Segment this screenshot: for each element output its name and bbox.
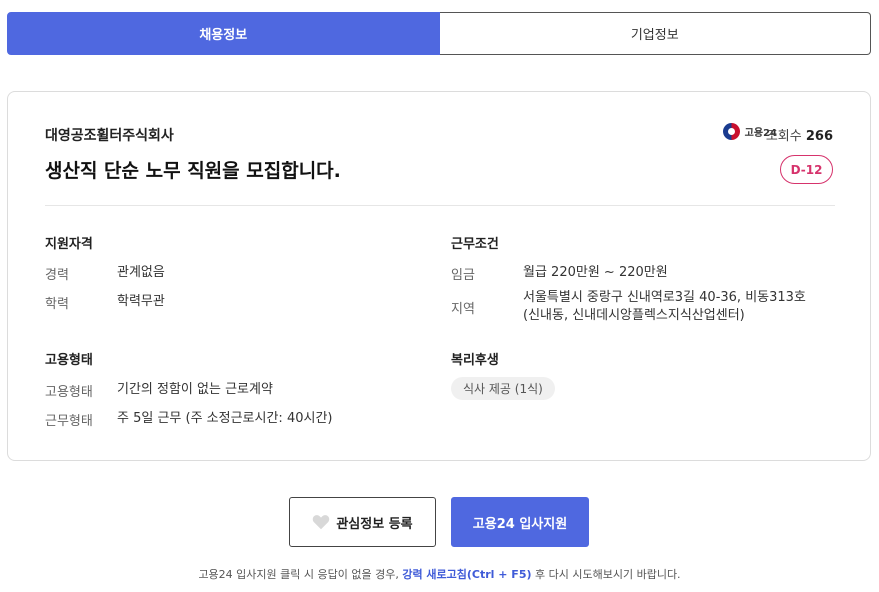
apply-button[interactable]: 고용24 입사지원 [451, 497, 589, 547]
career-value: 관계없음 [117, 265, 165, 280]
education-label: 학력 [45, 297, 69, 312]
qualifications-heading: 지원자격 [45, 237, 93, 252]
add-favorite-button[interactable]: 관심정보 등록 [289, 497, 436, 547]
notice-text-before: 고용24 입사지원 클릭 시 응답이 없을 경우, [198, 568, 403, 581]
work-hours-value: 주 5일 근무 (주 소정근로시간: 40시간) [117, 411, 333, 426]
location-value: 서울특별시 중랑구 신내역로3길 40-36, 비동313호 (신내동, 신내데… [523, 289, 806, 325]
view-count: 조회수 266 [766, 125, 833, 144]
tab-job-info[interactable]: 채용정보 [7, 12, 440, 55]
views-label: 조회수 [765, 129, 802, 144]
location-label: 지역 [451, 302, 475, 317]
refresh-notice: 고용24 입사지원 클릭 시 응답이 없을 경우, 강력 새로고침(Ctrl +… [0, 566, 879, 582]
work-hours-label: 근무형태 [45, 414, 93, 429]
wage-label: 임금 [451, 268, 475, 283]
education-value: 학력무관 [117, 294, 165, 309]
dday-badge: D-12 [780, 155, 833, 184]
job-title: 생산직 단순 노무 직원을 모집합니다. [45, 160, 341, 182]
employment-type-label: 고용형태 [45, 385, 93, 400]
government-emblem-icon [722, 123, 740, 140]
views-number: 266 [805, 129, 833, 144]
tab-bar: 채용정보 기업정보 [7, 12, 871, 55]
company-name: 대영공조휠터주식회사 [45, 128, 174, 144]
add-favorite-label: 관심정보 등록 [336, 516, 413, 532]
benefits-heading: 복리후생 [451, 353, 499, 368]
employment-heading: 고용형태 [45, 353, 93, 368]
heart-icon [313, 515, 330, 530]
career-label: 경력 [45, 268, 69, 283]
location-line2: (신내동, 신내데시앙플렉스지식산업센터) [523, 308, 745, 323]
wage-value: 월급 220만원 ~ 220만원 [523, 265, 668, 280]
notice-text-after: 후 다시 시도해보시기 바랍니다. [531, 568, 681, 581]
tab-company-info[interactable]: 기업정보 [439, 12, 871, 55]
benefit-chip: 식사 제공 (1식) [451, 377, 555, 400]
location-line1: 서울특별시 중랑구 신내역로3길 40-36, 비동313호 [523, 290, 806, 305]
notice-shortcut: 강력 새로고침(Ctrl + F5) [402, 568, 532, 581]
divider [45, 205, 835, 206]
conditions-heading: 근무조건 [451, 237, 499, 252]
employment-type-value: 기간의 정함이 없는 근로계약 [117, 382, 273, 397]
job-summary-card: 대영공조휠터주식회사 생산직 단순 노무 직원을 모집합니다. 고용24 조회수… [7, 91, 871, 461]
